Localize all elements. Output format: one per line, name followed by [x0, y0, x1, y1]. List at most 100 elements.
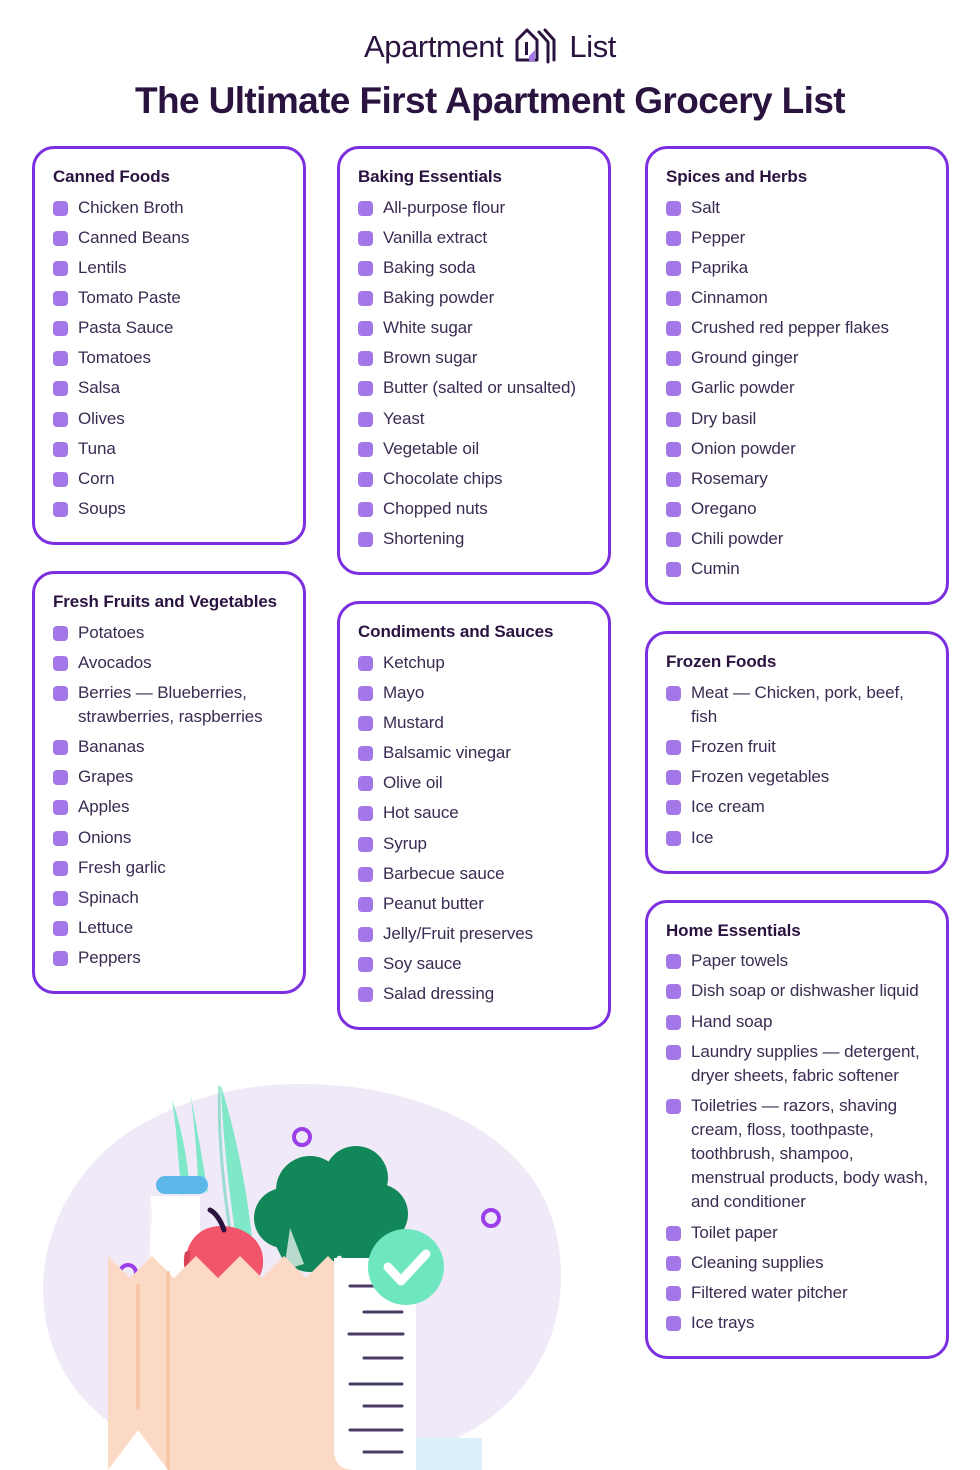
checklist-item[interactable]: Yeast — [358, 404, 590, 434]
checklist-item[interactable]: Barbecue sauce — [358, 859, 590, 889]
checklist-item[interactable]: Onions — [53, 823, 285, 853]
checklist-item[interactable]: Cleaning supplies — [666, 1248, 928, 1278]
checklist-item[interactable]: Tomato Paste — [53, 283, 285, 313]
checkbox-icon[interactable] — [358, 957, 373, 973]
checklist-item[interactable]: Mayo — [358, 678, 590, 708]
checkbox-icon[interactable] — [666, 471, 681, 487]
checkbox-icon[interactable] — [358, 896, 373, 912]
checklist-item[interactable]: Tuna — [53, 434, 285, 464]
checkbox-icon[interactable] — [358, 926, 373, 942]
checklist-item[interactable]: White sugar — [358, 313, 590, 343]
checklist-item[interactable]: Ground ginger — [666, 343, 928, 373]
checkbox-icon[interactable] — [53, 830, 68, 846]
checkbox-icon[interactable] — [53, 501, 68, 517]
checkbox-icon[interactable] — [358, 230, 373, 246]
checklist-item[interactable]: Balsamic vinegar — [358, 738, 590, 768]
checklist-item[interactable]: Ice trays — [666, 1308, 928, 1338]
checklist-item[interactable]: Olive oil — [358, 768, 590, 798]
checklist-item[interactable]: Lettuce — [53, 913, 285, 943]
checkbox-icon[interactable] — [358, 655, 373, 671]
checkbox-icon[interactable] — [666, 200, 681, 216]
checklist-item[interactable]: Dry basil — [666, 404, 928, 434]
checklist-item[interactable]: Filtered water pitcher — [666, 1278, 928, 1308]
checkbox-icon[interactable] — [666, 800, 681, 816]
checkbox-icon[interactable] — [53, 920, 68, 936]
checkbox-icon[interactable] — [358, 746, 373, 762]
checkbox-icon[interactable] — [358, 836, 373, 852]
checklist-item[interactable]: Oregano — [666, 494, 928, 524]
checkbox-icon[interactable] — [53, 655, 68, 671]
checkbox-icon[interactable] — [666, 984, 681, 1000]
checklist-item[interactable]: Chopped nuts — [358, 494, 590, 524]
checkbox-icon[interactable] — [358, 291, 373, 307]
checklist-item[interactable]: Ice cream — [666, 792, 928, 822]
checkbox-icon[interactable] — [358, 806, 373, 822]
checkbox-icon[interactable] — [53, 770, 68, 786]
checkbox-icon[interactable] — [666, 685, 681, 701]
checkbox-icon[interactable] — [666, 1098, 681, 1114]
checkbox-icon[interactable] — [358, 776, 373, 792]
checkbox-icon[interactable] — [666, 1315, 681, 1331]
checklist-item[interactable]: Hot sauce — [358, 798, 590, 828]
checkbox-icon[interactable] — [53, 230, 68, 246]
checklist-item[interactable]: Frozen vegetables — [666, 762, 928, 792]
checkbox-icon[interactable] — [358, 501, 373, 517]
checkbox-icon[interactable] — [53, 951, 68, 967]
checkbox-icon[interactable] — [358, 200, 373, 216]
checklist-item[interactable]: Cinnamon — [666, 283, 928, 313]
checklist-item[interactable]: Salt — [666, 193, 928, 223]
checkbox-icon[interactable] — [666, 562, 681, 578]
checkbox-icon[interactable] — [53, 890, 68, 906]
checklist-item[interactable]: Frozen fruit — [666, 732, 928, 762]
checkbox-icon[interactable] — [53, 441, 68, 457]
checklist-item[interactable]: Toiletries — razors, shaving cream, flos… — [666, 1091, 928, 1218]
checkbox-icon[interactable] — [53, 260, 68, 276]
checkbox-icon[interactable] — [53, 625, 68, 641]
checklist-item[interactable]: All-purpose flour — [358, 193, 590, 223]
checkbox-icon[interactable] — [53, 471, 68, 487]
checkbox-icon[interactable] — [53, 860, 68, 876]
checkbox-icon[interactable] — [358, 685, 373, 701]
checklist-item[interactable]: Potatoes — [53, 618, 285, 648]
checkbox-icon[interactable] — [358, 411, 373, 427]
checklist-item[interactable]: Meat — Chicken, pork, beef, fish — [666, 678, 928, 732]
checkbox-icon[interactable] — [666, 291, 681, 307]
checkbox-icon[interactable] — [53, 740, 68, 756]
checklist-item[interactable]: Baking powder — [358, 283, 590, 313]
checkbox-icon[interactable] — [666, 1285, 681, 1301]
checkbox-icon[interactable] — [666, 381, 681, 397]
checkbox-icon[interactable] — [358, 866, 373, 882]
checkbox-icon[interactable] — [666, 1014, 681, 1030]
checklist-item[interactable]: Jelly/Fruit preserves — [358, 919, 590, 949]
checklist-item[interactable]: Avocados — [53, 648, 285, 678]
checklist-item[interactable]: Peanut butter — [358, 889, 590, 919]
checklist-item[interactable]: Cumin — [666, 554, 928, 584]
checkbox-icon[interactable] — [358, 321, 373, 337]
checklist-item[interactable]: Ketchup — [358, 648, 590, 678]
checklist-item[interactable]: Salsa — [53, 373, 285, 403]
checklist-item[interactable]: Paprika — [666, 253, 928, 283]
checklist-item[interactable]: Peppers — [53, 943, 285, 973]
checklist-item[interactable]: Hand soap — [666, 1007, 928, 1037]
checklist-item[interactable]: Soups — [53, 494, 285, 524]
checklist-item[interactable]: Chili powder — [666, 524, 928, 554]
checkbox-icon[interactable] — [358, 260, 373, 276]
checklist-item[interactable]: Onion powder — [666, 434, 928, 464]
checkbox-icon[interactable] — [666, 230, 681, 246]
checkbox-icon[interactable] — [666, 260, 681, 276]
checklist-item[interactable]: Grapes — [53, 762, 285, 792]
checkbox-icon[interactable] — [666, 532, 681, 548]
checklist-item[interactable]: Baking soda — [358, 253, 590, 283]
checkbox-icon[interactable] — [666, 411, 681, 427]
checklist-item[interactable]: Pasta Sauce — [53, 313, 285, 343]
checklist-item[interactable]: Mustard — [358, 708, 590, 738]
checkbox-icon[interactable] — [666, 1044, 681, 1060]
checklist-item[interactable]: Brown sugar — [358, 343, 590, 373]
checkbox-icon[interactable] — [53, 411, 68, 427]
checkbox-icon[interactable] — [666, 351, 681, 367]
checklist-item[interactable]: Vegetable oil — [358, 434, 590, 464]
checkbox-icon[interactable] — [53, 381, 68, 397]
checklist-item[interactable]: Chicken Broth — [53, 193, 285, 223]
checkbox-icon[interactable] — [358, 987, 373, 1003]
checklist-item[interactable]: Spinach — [53, 883, 285, 913]
